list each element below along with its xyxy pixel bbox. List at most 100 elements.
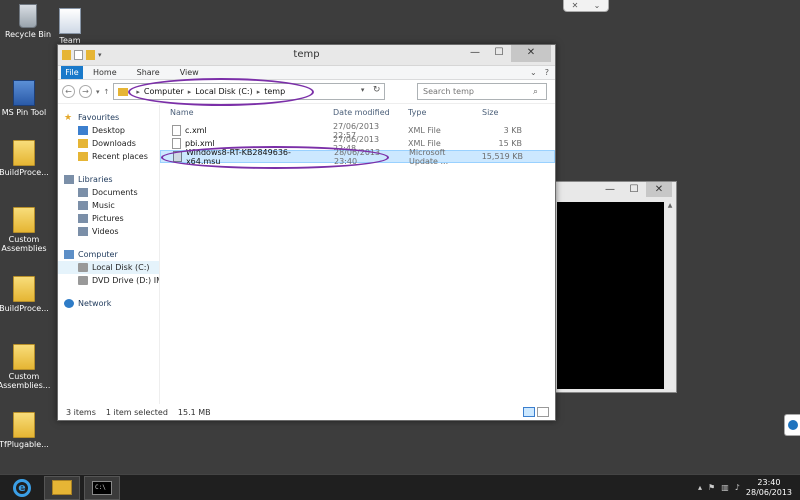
chevron-right-icon[interactable]: ▸ xyxy=(136,88,140,96)
nav-item-pictures[interactable]: Pictures xyxy=(58,212,159,225)
teamviewer-side-tab[interactable] xyxy=(784,414,800,436)
column-header-size[interactable]: Size xyxy=(472,108,512,117)
nav-libraries[interactable]: Libraries xyxy=(58,173,159,186)
folder-icon xyxy=(118,87,129,96)
nav-item-dvd-drive[interactable]: DVD Drive (D:) IMP_( xyxy=(58,274,159,287)
chevron-down-icon[interactable]: ▾ xyxy=(361,86,365,94)
address-bar[interactable]: ▸ Computer ▸ Local Disk (C:) ▸ temp ▾ ↻ xyxy=(113,83,386,100)
nav-favourites[interactable]: ★ Favourites xyxy=(58,111,159,124)
star-icon: ★ xyxy=(64,112,73,123)
nav-network[interactable]: Network xyxy=(58,297,159,310)
chevron-down-icon[interactable]: ⌄ xyxy=(594,0,601,11)
nav-item-desktop[interactable]: Desktop xyxy=(58,124,159,137)
tab-file[interactable]: File xyxy=(61,66,83,79)
help-icon[interactable]: ? xyxy=(545,66,549,79)
tab-home[interactable]: Home xyxy=(83,66,127,79)
nav-group-label: Favourites xyxy=(78,113,120,122)
chevron-down-icon[interactable]: ⌄ xyxy=(530,66,537,79)
back-button[interactable]: ← xyxy=(62,85,75,98)
minimize-button[interactable]: — xyxy=(463,45,487,62)
nav-item-label: Pictures xyxy=(92,214,124,223)
details-view-icon[interactable] xyxy=(523,407,535,417)
nav-computer[interactable]: Computer xyxy=(58,248,159,261)
folder-icon xyxy=(13,140,35,166)
console-scrollbar[interactable]: ▲ xyxy=(666,202,674,389)
volume-icon[interactable]: ♪ xyxy=(735,483,740,492)
file-list-pane[interactable]: Name Date modified Type Size c.xml 27/06… xyxy=(160,105,555,404)
file-row-selected[interactable]: Windows8-RT-KB2849636-x64.msu 28/06/2013… xyxy=(160,147,555,166)
file-date: 28/06/2013 23:40 xyxy=(334,147,381,166)
nav-item-downloads[interactable]: Downloads xyxy=(58,137,159,150)
system-tray: ▴ ⚑ ▥ ♪ 23:40 28/06/2013 xyxy=(698,478,800,498)
search-icon[interactable]: ⌕ xyxy=(533,87,538,97)
close-button[interactable]: ✕ xyxy=(511,45,551,62)
file-name: Windows8-RT-KB2849636-x64.msu xyxy=(185,147,291,166)
command-window-titlebar[interactable]: — ☐ ✕ xyxy=(554,182,676,199)
desktop-icon-buildprocess-1[interactable]: BuildProce... xyxy=(0,140,52,177)
column-header-name[interactable]: Name xyxy=(160,108,323,117)
documents-icon xyxy=(78,188,88,197)
tab-share[interactable]: Share xyxy=(127,66,170,79)
taskbar-internet-explorer[interactable]: e xyxy=(4,476,40,500)
folder-icon xyxy=(13,207,35,233)
up-button[interactable]: ↑ xyxy=(104,88,110,96)
network-icon xyxy=(64,299,74,308)
taskbar-command-prompt[interactable]: C:\ xyxy=(84,475,120,500)
clock-time: 23:40 xyxy=(757,477,781,487)
desktop-icon-custom-assemblies-2[interactable]: Custom Assemblies... xyxy=(0,344,52,390)
column-headers: Name Date modified Type Size xyxy=(160,105,555,119)
breadcrumb-computer[interactable]: Computer xyxy=(144,87,184,96)
nav-item-music[interactable]: Music xyxy=(58,199,159,212)
taskbar-file-explorer[interactable] xyxy=(44,475,80,500)
file-explorer-window[interactable]: ▾ temp — ☐ ✕ File Home Share View ⌄ ? ← … xyxy=(57,44,556,421)
network-tray-icon[interactable]: ▥ xyxy=(721,483,729,492)
desktop-icon-label: Custom Assemblies xyxy=(1,235,47,253)
desktop-icon xyxy=(78,126,88,135)
close-icon[interactable]: ✕ xyxy=(646,182,672,197)
nav-item-label: Documents xyxy=(92,188,138,197)
recent-places-icon xyxy=(78,152,88,161)
maximize-icon[interactable]: ☐ xyxy=(622,182,646,197)
nav-item-local-disk[interactable]: Local Disk (C:) xyxy=(58,261,159,274)
maximize-button[interactable]: ☐ xyxy=(487,45,511,62)
nav-item-label: Desktop xyxy=(92,126,125,135)
chevron-right-icon[interactable]: ▸ xyxy=(188,88,192,96)
teamviewer-panel-tab[interactable]: ✕ ⌄ xyxy=(563,0,609,12)
column-header-type[interactable]: Type xyxy=(398,108,472,117)
console-area[interactable] xyxy=(557,202,664,389)
desktop-icon-ms-pin-tool[interactable]: MS Pin Tool xyxy=(0,80,52,117)
nav-item-videos[interactable]: Videos xyxy=(58,225,159,238)
desktop-icon-label: BuildProce... xyxy=(0,168,49,177)
chevron-right-icon[interactable]: ▸ xyxy=(257,88,261,96)
tab-view[interactable]: View xyxy=(170,66,209,79)
breadcrumb-temp[interactable]: temp xyxy=(264,87,285,96)
nav-item-recent-places[interactable]: Recent places xyxy=(58,150,159,163)
search-box[interactable]: ⌕ xyxy=(417,83,547,100)
breadcrumb-local-disk[interactable]: Local Disk (C:) xyxy=(195,87,253,96)
close-icon[interactable]: ✕ xyxy=(572,0,579,11)
column-header-date-modified[interactable]: Date modified xyxy=(323,108,398,117)
desktop-icon-buildprocess-2[interactable]: BuildProce... xyxy=(0,276,52,313)
window-titlebar[interactable]: ▾ temp — ☐ ✕ xyxy=(58,45,555,66)
forward-button[interactable]: → xyxy=(79,85,92,98)
update-package-icon xyxy=(173,151,182,162)
desktop-icon-label: MS Pin Tool xyxy=(1,108,47,117)
desktop-icon-team[interactable]: Team xyxy=(42,8,98,45)
minimize-icon[interactable]: — xyxy=(598,182,622,197)
dvd-drive-icon xyxy=(78,276,88,285)
nav-pane-scrollbar[interactable] xyxy=(152,105,159,404)
desktop-icon-label: BuildProce... xyxy=(0,304,49,313)
folder-icon xyxy=(13,276,35,302)
folder-icon xyxy=(13,412,35,438)
search-input[interactable] xyxy=(423,87,533,96)
desktop-icon-tfplugable[interactable]: TfPlugable... xyxy=(0,412,52,449)
large-icons-view-icon[interactable] xyxy=(537,407,549,417)
recent-locations-icon[interactable]: ▾ xyxy=(96,88,100,96)
action-center-flag-icon[interactable]: ⚑ xyxy=(708,483,715,492)
chevron-up-icon[interactable]: ▴ xyxy=(698,483,702,492)
command-prompt-window[interactable]: — ☐ ✕ ▲ xyxy=(553,181,677,393)
refresh-icon[interactable]: ↻ xyxy=(373,85,381,95)
taskbar-clock[interactable]: 23:40 28/06/2013 xyxy=(746,478,792,498)
desktop-icon-custom-assemblies-1[interactable]: Custom Assemblies xyxy=(0,207,52,253)
nav-item-documents[interactable]: Documents xyxy=(58,186,159,199)
